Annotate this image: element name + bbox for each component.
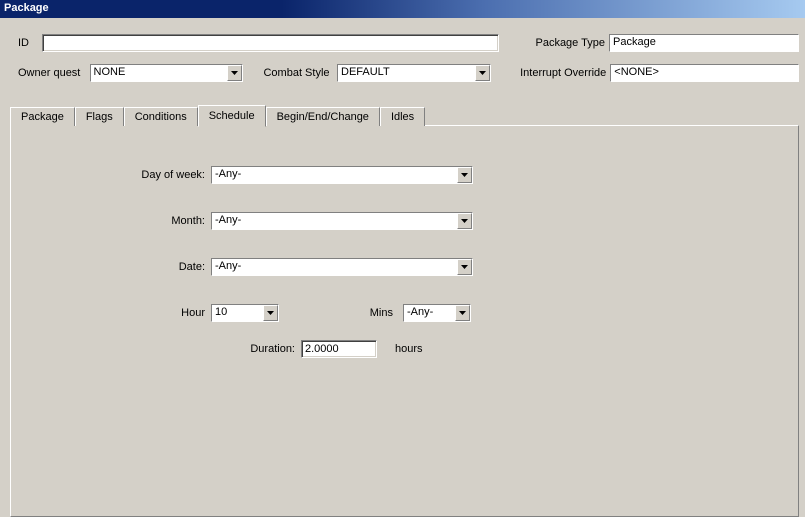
tab-idles[interactable]: Idles xyxy=(380,107,425,126)
interrupt-override-value: <NONE> xyxy=(611,65,798,81)
date-value: -Any- xyxy=(212,259,457,275)
tab-begin-end-change[interactable]: Begin/End/Change xyxy=(266,107,380,126)
chevron-down-icon[interactable] xyxy=(455,305,470,321)
month-value: -Any- xyxy=(212,213,457,229)
chevron-down-icon[interactable] xyxy=(263,305,278,321)
interrupt-override-label: Interrupt Override xyxy=(511,67,606,79)
schedule-panel: Day of week: -Any- Month: -Any- Date: -A… xyxy=(10,125,799,517)
chevron-down-icon[interactable] xyxy=(227,65,242,81)
owner-quest-combo[interactable]: NONE xyxy=(90,64,244,82)
tab-strip: Package Flags Conditions Schedule Begin/… xyxy=(10,104,799,125)
combat-style-label: Combat Style xyxy=(263,67,333,79)
header-form: ID Package Type Package Owner quest NONE… xyxy=(0,18,805,98)
tab-schedule[interactable]: Schedule xyxy=(198,105,266,127)
duration-input[interactable] xyxy=(301,340,377,358)
mins-combo[interactable]: -Any- xyxy=(403,304,471,322)
duration-unit: hours xyxy=(395,343,423,355)
chevron-down-icon[interactable] xyxy=(457,213,472,229)
mins-label: Mins xyxy=(279,307,399,319)
mins-value: -Any- xyxy=(404,305,455,321)
package-type-value: Package xyxy=(610,35,798,51)
day-of-week-value: -Any- xyxy=(212,167,457,183)
interrupt-override-combo[interactable]: <NONE> xyxy=(610,64,799,82)
window-titlebar: Package xyxy=(0,0,805,18)
hour-value: 10 xyxy=(212,305,263,321)
hour-label: Hour xyxy=(11,307,211,319)
month-combo[interactable]: -Any- xyxy=(211,212,473,230)
tab-conditions[interactable]: Conditions xyxy=(124,107,198,126)
id-label: ID xyxy=(18,37,38,49)
window-title: Package xyxy=(4,2,49,14)
chevron-down-icon[interactable] xyxy=(457,167,472,183)
date-label: Date: xyxy=(11,261,211,273)
owner-quest-label: Owner quest xyxy=(18,67,86,79)
date-combo[interactable]: -Any- xyxy=(211,258,473,276)
day-of-week-combo[interactable]: -Any- xyxy=(211,166,473,184)
month-label: Month: xyxy=(11,215,211,227)
combat-style-combo[interactable]: DEFAULT xyxy=(337,64,491,82)
tab-flags[interactable]: Flags xyxy=(75,107,124,126)
chevron-down-icon[interactable] xyxy=(457,259,472,275)
owner-quest-value: NONE xyxy=(91,65,228,81)
combat-style-value: DEFAULT xyxy=(338,65,475,81)
id-input[interactable] xyxy=(42,34,499,52)
package-type-combo[interactable]: Package xyxy=(609,34,799,52)
tab-control: Package Flags Conditions Schedule Begin/… xyxy=(10,104,799,517)
day-of-week-label: Day of week: xyxy=(11,169,211,181)
tab-package[interactable]: Package xyxy=(10,107,75,126)
package-type-label: Package Type xyxy=(529,37,605,49)
hour-combo[interactable]: 10 xyxy=(211,304,279,322)
chevron-down-icon[interactable] xyxy=(475,65,490,81)
duration-label: Duration: xyxy=(11,343,301,355)
